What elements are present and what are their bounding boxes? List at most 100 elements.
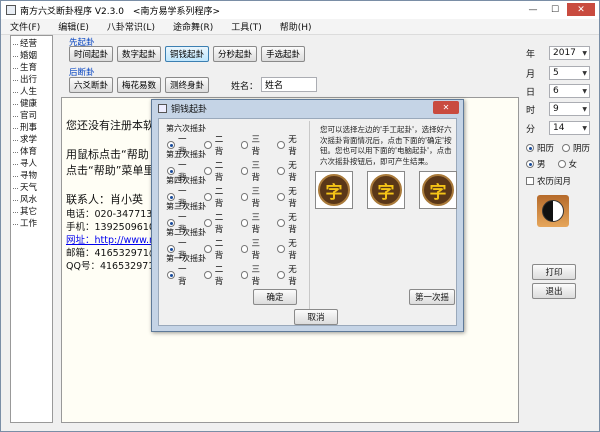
coin-qigua-button[interactable]: 铜钱起卦 bbox=[165, 46, 209, 62]
tree-item[interactable]: 寻物 bbox=[11, 170, 52, 182]
app-icon bbox=[6, 5, 16, 15]
male-radio[interactable]: 男 bbox=[526, 158, 546, 170]
menu-tools[interactable]: 工具(T) bbox=[222, 20, 271, 33]
close-button[interactable]: ✕ bbox=[567, 3, 595, 16]
maximize-button[interactable]: ☐ bbox=[545, 3, 565, 16]
tree-item[interactable]: 其它 bbox=[11, 206, 52, 218]
menu-bagua[interactable]: 八卦常识(L) bbox=[98, 20, 164, 33]
day-label: 日 bbox=[526, 87, 536, 98]
coin-icon: 字 bbox=[419, 171, 457, 209]
male-label: 男 bbox=[537, 160, 546, 170]
time-qigua-button[interactable]: 时间起卦 bbox=[69, 46, 113, 62]
year-select[interactable]: 2017 ▼ bbox=[549, 46, 590, 60]
dialog-title-bar: 铜钱起卦 ✕ bbox=[152, 100, 463, 116]
yao-row: 第六次摇卦 一背 二背 三背 无背 bbox=[165, 123, 305, 157]
yao-row: 第二次摇卦 一背 二背 三背 无背 bbox=[165, 227, 305, 261]
window-title: 南方六爻断卦程序 V2.3.0 <南方易学系列程序> bbox=[20, 6, 221, 17]
dialog-info-text: 您可以选择左边的'手工起卦'，选择好六次摇卦背面情况后，点击下面的'确定'按钮。… bbox=[320, 125, 452, 166]
coin-icon: 字 bbox=[315, 171, 353, 209]
right-panel: 年 2017 ▼ 月 5 ▼ 日 6 ▼ 时 9 ▼ 分 14 ▼ 阳历 阴历 男 女 农历闰月 打… bbox=[523, 35, 599, 425]
name-label: 姓名： bbox=[231, 82, 259, 92]
name-input[interactable] bbox=[261, 77, 317, 92]
minute-value: 14 bbox=[553, 123, 565, 133]
yao-option[interactable]: 一背 bbox=[167, 263, 195, 287]
category-tree: 经营 婚姻 生育 出行 人生 健康 官司 刑事 求学 体育 寻人 寻物 天气 风… bbox=[10, 35, 53, 423]
year-label: 年 bbox=[526, 49, 536, 60]
minute-label: 分 bbox=[526, 124, 536, 135]
chevron-down-icon: ▼ bbox=[582, 87, 587, 95]
tree-item[interactable]: 体育 bbox=[11, 146, 52, 158]
solar-label: 阳历 bbox=[537, 144, 555, 154]
dialog-title: 铜钱起卦 bbox=[171, 104, 208, 115]
chevron-down-icon: ▼ bbox=[582, 69, 587, 77]
main-window: 南方六爻断卦程序 V2.3.0 <南方易学系列程序> — ☐ ✕ 文件(F) 编… bbox=[0, 0, 600, 432]
chevron-down-icon: ▼ bbox=[582, 105, 587, 113]
yao-row: 第五次摇卦 一背 二背 三背 无背 bbox=[165, 149, 305, 183]
exit-button[interactable]: 退出 bbox=[532, 283, 576, 299]
menu-tuming[interactable]: 途命舞(R) bbox=[164, 20, 222, 33]
yao-option[interactable]: 二背 bbox=[203, 263, 232, 287]
year-value: 2017 bbox=[553, 48, 576, 58]
radio-dot bbox=[526, 144, 534, 152]
yao-row: 第一次摇卦 一背 二背 三背 无背 bbox=[165, 253, 305, 287]
close-icon[interactable]: ✕ bbox=[433, 101, 459, 114]
yao-option[interactable]: 三背 bbox=[240, 263, 269, 287]
dialog-icon bbox=[158, 103, 167, 113]
radio-dot bbox=[562, 144, 571, 152]
tree-item[interactable]: 婚姻 bbox=[11, 50, 52, 62]
zhongshen-button[interactable]: 测终身卦 bbox=[165, 77, 209, 93]
tree-item[interactable]: 求学 bbox=[11, 134, 52, 146]
hour-value: 9 bbox=[553, 104, 559, 114]
yao-row: 第四次摇卦 一背 二背 三背 无背 bbox=[165, 175, 305, 209]
minimize-button[interactable]: — bbox=[523, 3, 543, 16]
month-value: 5 bbox=[553, 68, 559, 78]
tree-item[interactable]: 经营 bbox=[11, 38, 52, 50]
ok-button[interactable]: 确定 bbox=[253, 289, 297, 305]
month-select[interactable]: 5 ▼ bbox=[549, 66, 590, 80]
leap-month-label: 农历闰月 bbox=[537, 177, 572, 187]
chevron-down-icon: ▼ bbox=[582, 124, 587, 132]
first-shake-button[interactable]: 第一次摇 bbox=[409, 289, 455, 305]
dialog-body: 第六次摇卦 一背 二背 三背 无背 第五次摇卦 一背 二背 三背 无背 第四次摇卦 一背 二背 三背无… bbox=[158, 118, 457, 326]
manual-qigua-button[interactable]: 手选起卦 bbox=[261, 46, 305, 62]
dialog-divider bbox=[309, 121, 310, 321]
menu-bar: 文件(F) 编辑(E) 八卦常识(L) 途命舞(R) 工具(T) 帮助(H) bbox=[1, 19, 599, 35]
menu-help[interactable]: 帮助(H) bbox=[271, 20, 321, 33]
solar-radio[interactable]: 阳历 bbox=[526, 142, 554, 154]
radio-dot bbox=[526, 160, 534, 168]
day-select[interactable]: 6 ▼ bbox=[549, 84, 590, 98]
yao-option[interactable]: 无背 bbox=[277, 263, 305, 287]
tree-item[interactable]: 生育 bbox=[11, 62, 52, 74]
leap-month-checkbox[interactable] bbox=[526, 177, 534, 185]
lunar-radio[interactable]: 阴历 bbox=[562, 142, 590, 154]
chevron-down-icon: ▼ bbox=[582, 49, 587, 57]
tree-item[interactable]: 刑事 bbox=[11, 122, 52, 134]
tree-item[interactable]: 健康 bbox=[11, 98, 52, 110]
tree-item[interactable]: 寻人 bbox=[11, 158, 52, 170]
number-qigua-button[interactable]: 数字起卦 bbox=[117, 46, 161, 62]
hour-select[interactable]: 9 ▼ bbox=[549, 102, 590, 116]
print-button[interactable]: 打印 bbox=[532, 264, 576, 280]
yao-panel: 第六次摇卦 一背 二背 三背 无背 第五次摇卦 一背 二背 三背 无背 第四次摇卦 一背 二背 三背无… bbox=[165, 123, 305, 297]
menu-file[interactable]: 文件(F) bbox=[1, 20, 49, 33]
lunar-label: 阴历 bbox=[573, 144, 591, 154]
day-value: 6 bbox=[553, 86, 559, 96]
tree-item[interactable]: 风水 bbox=[11, 194, 52, 206]
minsec-qigua-button[interactable]: 分秒起卦 bbox=[213, 46, 257, 62]
tree-item[interactable]: 天气 bbox=[11, 182, 52, 194]
coin-qigua-dialog: 铜钱起卦 ✕ 第六次摇卦 一背 二背 三背 无背 第五次摇卦 一背 二背 三背 无背 第四次摇卦… bbox=[151, 99, 464, 332]
liuyao-button[interactable]: 六爻断卦 bbox=[69, 77, 113, 93]
radio-dot bbox=[557, 160, 566, 168]
hour-label: 时 bbox=[526, 105, 536, 116]
menu-edit[interactable]: 编辑(E) bbox=[49, 20, 98, 33]
tree-item[interactable]: 工作 bbox=[11, 218, 52, 230]
female-radio[interactable]: 女 bbox=[557, 158, 577, 170]
meihua-button[interactable]: 梅花易数 bbox=[117, 77, 161, 93]
minute-select[interactable]: 14 ▼ bbox=[549, 121, 590, 135]
month-label: 月 bbox=[526, 69, 536, 80]
tree-item[interactable]: 出行 bbox=[11, 74, 52, 86]
tree-item[interactable]: 官司 bbox=[11, 110, 52, 122]
tree-item[interactable]: 人生 bbox=[11, 86, 52, 98]
cancel-button[interactable]: 取消 bbox=[294, 309, 338, 325]
coin-icon: 字 bbox=[367, 171, 405, 209]
